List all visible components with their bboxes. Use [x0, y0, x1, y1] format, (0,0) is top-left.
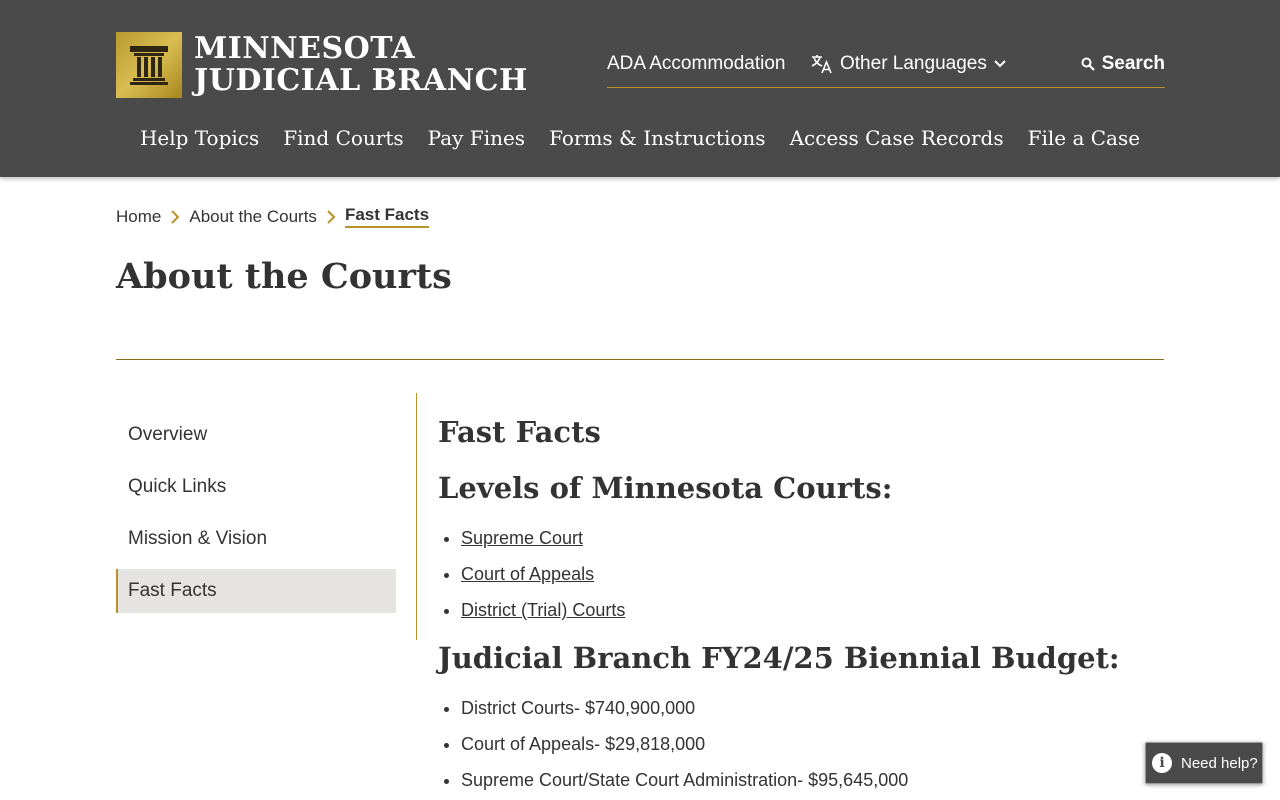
need-help-label: Need help?: [1181, 754, 1258, 772]
side-nav-item-fast-facts[interactable]: Fast Facts: [116, 569, 396, 613]
search-button[interactable]: Search: [1081, 52, 1165, 76]
list-item: District (Trial) Courts: [461, 598, 1158, 622]
side-nav-item-mission-vision[interactable]: Mission & Vision: [116, 517, 396, 561]
main-nav: Help Topics Find Courts Pay Fines Forms …: [0, 126, 1280, 150]
nav-find-courts[interactable]: Find Courts: [283, 126, 403, 150]
chevron-right-icon: [326, 209, 336, 224]
breadcrumb-current: Fast Facts: [344, 205, 430, 228]
chevron-down-icon: [993, 59, 1007, 69]
nav-forms-instructions[interactable]: Forms & Instructions: [549, 126, 765, 150]
levels-heading: Levels of Minnesota Courts:: [438, 471, 893, 505]
search-label: Search: [1101, 53, 1165, 74]
logo-line-1: MINNESOTA: [194, 31, 416, 66]
ada-accommodation-link[interactable]: ADA Accommodation: [607, 52, 785, 76]
nav-access-case-records[interactable]: Access Case Records: [790, 126, 1004, 150]
page-title: About the Courts: [116, 256, 452, 297]
side-nav-item-quick-links[interactable]: Quick Links: [116, 465, 396, 509]
breadcrumb: Home About the Courts Fast Facts: [116, 205, 430, 228]
nav-help-topics[interactable]: Help Topics: [140, 126, 259, 150]
site-header: MINNESOTA JUDICIAL BRANCH ADA Accommodat…: [0, 0, 1280, 177]
info-icon: i: [1152, 753, 1172, 773]
supreme-court-link[interactable]: Supreme Court: [461, 528, 583, 548]
side-nav-item-overview[interactable]: Overview: [116, 413, 396, 457]
other-languages-label: Other Languages: [840, 53, 987, 74]
content-heading: Fast Facts: [438, 415, 601, 449]
budget-item: District Courts- $740,900,000: [461, 696, 1158, 720]
budget-heading: Judicial Branch FY24/25 Biennial Budget:: [438, 641, 1120, 675]
logo-line-2: JUDICIAL BRANCH: [194, 63, 528, 98]
utility-nav: ADA Accommodation Other Languages Search: [607, 52, 1165, 88]
list-item: Supreme Court: [461, 526, 1158, 550]
nav-pay-fines[interactable]: Pay Fines: [428, 126, 525, 150]
court-of-appeals-link[interactable]: Court of Appeals: [461, 564, 594, 584]
logo-wordmark: MINNESOTA JUDICIAL BRANCH: [194, 33, 528, 97]
title-divider: [116, 359, 1164, 360]
main-content: Fast Facts Levels of Minnesota Courts: S…: [438, 412, 1158, 800]
other-languages-dropdown[interactable]: Other Languages: [810, 52, 1007, 76]
search-icon: [1081, 57, 1095, 71]
levels-list: Supreme Court Court of Appeals District …: [438, 526, 1158, 622]
chevron-right-icon: [170, 209, 180, 224]
side-nav-divider: [416, 393, 417, 640]
site-logo[interactable]: MINNESOTA JUDICIAL BRANCH: [116, 32, 528, 98]
district-courts-link[interactable]: District (Trial) Courts: [461, 600, 625, 620]
need-help-button[interactable]: i Need help?: [1145, 742, 1263, 784]
breadcrumb-home[interactable]: Home: [116, 207, 161, 227]
budget-item: Supreme Court/State Court Administration…: [461, 768, 1158, 792]
budget-list: District Courts- $740,900,000 Court of A…: [438, 696, 1158, 792]
side-nav: Overview Quick Links Mission & Vision Fa…: [116, 413, 396, 621]
budget-item: Court of Appeals- $29,818,000: [461, 732, 1158, 756]
translate-icon: [810, 53, 834, 75]
breadcrumb-about-the-courts[interactable]: About the Courts: [189, 207, 317, 227]
courthouse-pillar-icon: [116, 32, 182, 98]
nav-file-a-case[interactable]: File a Case: [1028, 126, 1140, 150]
list-item: Court of Appeals: [461, 562, 1158, 586]
